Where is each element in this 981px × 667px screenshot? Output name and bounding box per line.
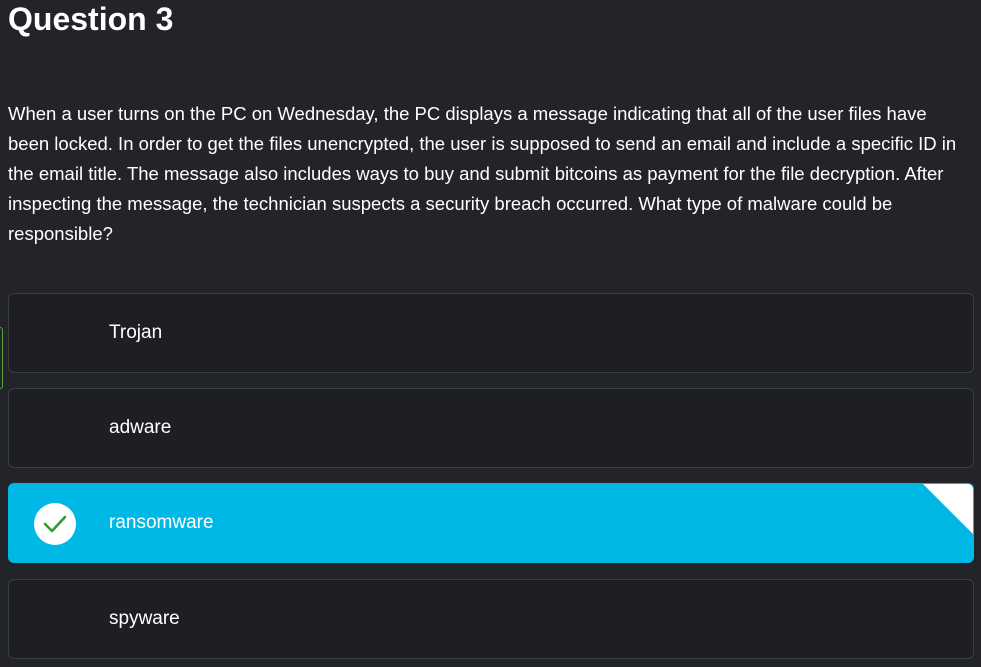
- answer-label: adware: [109, 417, 172, 438]
- answer-label: ransomware: [109, 512, 214, 533]
- left-edge-marker: [0, 327, 3, 389]
- question-text: When a user turns on the PC on Wednesday…: [8, 103, 957, 244]
- corner-flag-icon: [923, 484, 973, 534]
- answer-option-ransomware[interactable]: ransomware: [8, 483, 974, 563]
- answer-label: Trojan: [109, 322, 163, 343]
- answer-label: spyware: [109, 608, 180, 629]
- quiz-page: Question 3 When a user turns on the PC o…: [0, 0, 981, 667]
- answer-option-spyware[interactable]: spyware: [8, 579, 974, 659]
- check-icon: [34, 503, 76, 545]
- question-title: Question 3: [8, 1, 174, 37]
- answer-option-adware[interactable]: adware: [8, 388, 974, 468]
- answer-option-trojan[interactable]: Trojan: [8, 293, 974, 373]
